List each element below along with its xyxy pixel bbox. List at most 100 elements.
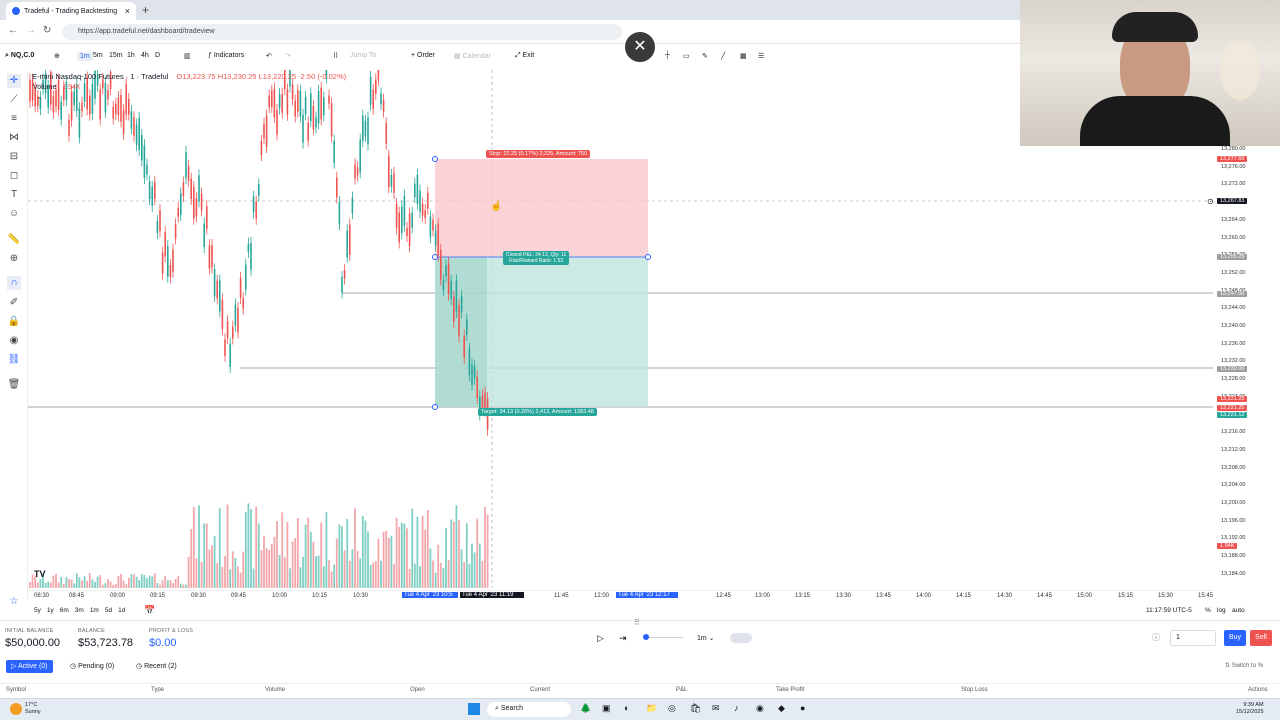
panel-resize-handle-icon[interactable]: ⠿ <box>634 618 640 627</box>
zoom-tool-icon[interactable]: ⊕ <box>7 252 21 266</box>
cursor-tool-icon[interactable]: ✛ <box>7 74 21 88</box>
back-icon[interactable]: ← <box>8 25 18 36</box>
pattern-tool-icon[interactable]: ⋈ <box>7 131 21 145</box>
file-explorer-icon[interactable]: 📁 <box>646 703 657 714</box>
sync-icon[interactable]: ⛓ <box>7 353 21 367</box>
close-overlay-button[interactable]: ✕ <box>625 32 655 62</box>
app-icon-1[interactable]: 🌲 <box>580 703 591 714</box>
grid-tool-icon[interactable]: ▦ <box>740 52 747 60</box>
step-forward-icon[interactable]: ⇥ <box>619 633 627 644</box>
pnl-label[interactable]: Closed P&L: 34.13, Qty: 11 Risk/Reward R… <box>503 251 570 265</box>
speed-select[interactable]: 1m ⌄ <box>697 634 715 642</box>
switch-to-percent-link[interactable]: ⇅ Switch to % <box>1225 662 1263 669</box>
chart-canvas[interactable] <box>28 70 1213 588</box>
weather-icon[interactable] <box>10 703 22 715</box>
magnet-tool-icon[interactable]: ∩ <box>7 276 21 290</box>
indicators-button[interactable]: ƒ Indicators <box>208 52 244 59</box>
app-icon-4[interactable]: ● <box>800 703 805 713</box>
tab-pending-trades[interactable]: ◷ Pending (0) <box>70 662 114 670</box>
app-icon-3[interactable]: ◆ <box>778 703 785 714</box>
tab-recent-trades[interactable]: ◷ Recent (2) <box>136 662 177 670</box>
shape-tool-icon[interactable]: ◻ <box>7 169 21 183</box>
weather-widget[interactable]: 17°C Sunny <box>25 702 41 716</box>
add-symbol-icon[interactable]: ⊕ <box>54 52 60 60</box>
line-tool-icon[interactable]: ╱ <box>721 52 725 60</box>
menu-tool-icon[interactable]: ☰ <box>758 52 764 60</box>
range-button[interactable]: 1d <box>118 607 125 614</box>
symbol-search[interactable]: ⌕ NQ,C.0 <box>5 52 34 60</box>
windows-start-icon[interactable] <box>468 703 480 715</box>
app-icon-2[interactable]: ◐ <box>624 703 629 713</box>
undo-icon[interactable]: ↶ <box>266 52 272 60</box>
projection-tool-icon[interactable]: ⊟ <box>7 150 21 164</box>
slider-thumb[interactable] <box>643 634 649 640</box>
time-axis[interactable]: 08:30 08:45 09:00 09:15 09:30 09:45 10:00 10:15… <box>28 590 1213 602</box>
collapse-legend-icon[interactable]: ⌃ <box>36 96 43 105</box>
interval-1h[interactable]: 1h <box>127 52 135 59</box>
trendline-tool-icon[interactable]: ⟋ <box>7 93 21 107</box>
interval-15m[interactable]: 15m <box>109 52 123 59</box>
range-button[interactable]: 1m <box>90 607 99 614</box>
system-clock[interactable]: 9:39 AM 15/12/2025 <box>1236 702 1264 716</box>
forward-icon[interactable]: → <box>26 25 36 36</box>
favorites-icon[interactable]: ☆ <box>7 595 21 609</box>
jump-to-button[interactable]: Jump To <box>350 52 376 59</box>
range-button[interactable]: 5d <box>105 607 112 614</box>
taskbar-search[interactable]: ⌕ Search <box>487 702 571 717</box>
trash-icon[interactable]: 🗑 <box>7 378 21 392</box>
redo-icon[interactable]: ↷ <box>285 52 291 60</box>
close-tab-icon[interactable]: × <box>125 6 130 16</box>
target-label[interactable]: Target: 34.13 (0.26%) 3,413, Amount: 138… <box>478 408 597 416</box>
interval-1m[interactable]: 1m <box>77 52 93 61</box>
icon-tool-icon[interactable]: ☺ <box>7 207 21 221</box>
task-view-icon[interactable]: ▣ <box>602 703 611 714</box>
outlook-icon[interactable]: ✉ <box>712 703 720 714</box>
info-icon[interactable]: ⓘ <box>1152 632 1160 643</box>
chart-type-icon[interactable]: ▥ <box>184 52 191 60</box>
sell-button[interactable]: Sell <box>1250 630 1272 646</box>
ruler-tool-icon[interactable]: 📏 <box>7 233 21 247</box>
range-button[interactable]: 1y <box>47 607 54 614</box>
price-chart[interactable] <box>28 70 1213 588</box>
exit-button[interactable]: ⤢ Exit <box>515 52 534 60</box>
order-button[interactable]: + Order <box>411 52 435 59</box>
crosshair-tool-icon[interactable]: ┼ <box>665 52 670 59</box>
quantity-input[interactable]: 1 <box>1170 630 1216 646</box>
brush-tool-icon[interactable]: ✎ <box>702 52 708 60</box>
range-button[interactable]: 5y <box>34 607 41 614</box>
url-field[interactable]: https://app.tradeful.net/dashboard/trade… <box>62 24 622 40</box>
utc-clock[interactable]: 11:17:59 UTC-5 <box>1146 607 1192 614</box>
range-button[interactable]: 6m <box>60 607 69 614</box>
interval-4h[interactable]: 4h <box>141 52 149 59</box>
log-toggle[interactable]: log <box>1217 607 1226 614</box>
buy-button[interactable]: Buy <box>1224 630 1246 646</box>
interval-d[interactable]: D <box>155 52 160 59</box>
chrome-icon[interactable]: ◎ <box>668 703 676 714</box>
store-icon[interactable]: 🛍 <box>690 703 701 714</box>
lock-icon[interactable]: 🔒 <box>7 315 21 329</box>
tiktok-icon[interactable]: ♪ <box>734 703 739 713</box>
fib-tool-icon[interactable]: ≡ <box>7 112 21 126</box>
draw-mode-icon[interactable]: ✐ <box>7 296 21 310</box>
tab-active-trades[interactable]: ▷ Active (0) <box>6 660 53 673</box>
play-icon[interactable]: ▷ <box>597 633 604 644</box>
crosshair-target-icon[interactable]: ⊙ <box>1207 197 1214 206</box>
range-button[interactable]: 3m <box>75 607 84 614</box>
speed-slider[interactable] <box>643 633 683 643</box>
visibility-icon[interactable]: ◉ <box>7 334 21 348</box>
date-range-icon[interactable]: 📅 <box>144 605 155 616</box>
toggle-switch[interactable] <box>730 633 752 643</box>
reload-icon[interactable]: ↻ <box>43 25 51 36</box>
rectangle-tool-icon[interactable]: ▭ <box>683 52 690 60</box>
price-axis[interactable]: 13,280.0013,276.0013,272.0013,268.0013,2… <box>1213 140 1280 590</box>
calendar-button[interactable]: ▦ Calendar <box>454 52 491 60</box>
browser-tab[interactable]: Tradeful - Trading Backtesting × <box>6 2 136 20</box>
interval-5m[interactable]: 5m <box>93 52 103 59</box>
new-tab-icon[interactable]: + <box>142 3 149 17</box>
drag-handle-icon[interactable]: ⠿ <box>333 52 338 60</box>
discord-icon[interactable]: ◉ <box>756 703 764 714</box>
percent-toggle[interactable]: % <box>1205 607 1211 614</box>
stop-label[interactable]: Stop: 22.25 (0.17%) 2,225, Amount: 750 <box>486 150 591 158</box>
text-tool-icon[interactable]: T <box>7 188 21 202</box>
auto-toggle[interactable]: auto <box>1232 607 1245 614</box>
